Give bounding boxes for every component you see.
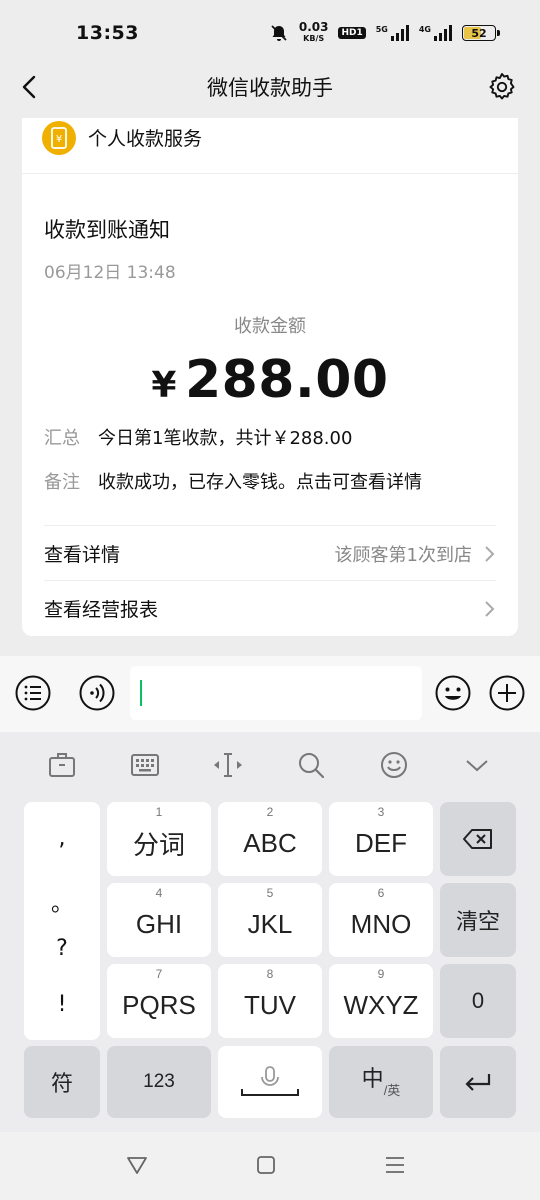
- keyboard: , 。 ? ! 1 分词 2 ABC 3 DEF 4 GHI 5 JKL 6 MNO 清空 …: [0, 732, 540, 1132]
- toolbox-icon[interactable]: [46, 749, 78, 781]
- notice-time: 06月12日 13:48: [44, 263, 176, 283]
- key-9[interactable]: 9 WXYZ: [329, 964, 433, 1038]
- remark-key: 备注: [44, 472, 80, 493]
- nav-home-icon[interactable]: [256, 1154, 276, 1176]
- page-title: 微信收款助手: [207, 76, 333, 100]
- backspace-icon: [463, 829, 492, 849]
- summary-key: 汇总: [44, 428, 80, 449]
- keyboard-toolbar: [0, 732, 540, 798]
- card-header: ¥ 个人收款服务: [22, 118, 518, 174]
- menu-list-icon[interactable]: [14, 674, 52, 712]
- notice-title: 收款到账通知: [44, 218, 170, 242]
- signal-4g-icon: 4G: [419, 25, 452, 41]
- punct-period[interactable]: 。: [24, 886, 100, 918]
- hd-badge: HD1: [338, 27, 366, 39]
- enter-icon: [465, 1074, 491, 1091]
- status-icons: 0.03 KB/S HD1 5G 4G 52: [269, 20, 500, 44]
- punct-question[interactable]: ?: [24, 936, 100, 961]
- enter-key[interactable]: [440, 1046, 516, 1118]
- chevron-right-icon: [485, 600, 495, 617]
- key-0[interactable]: 0: [440, 964, 516, 1038]
- back-arrow-icon[interactable]: [14, 70, 48, 104]
- punct-comma[interactable]: ,: [24, 826, 100, 851]
- currency-symbol: ¥: [151, 365, 177, 406]
- space-key[interactable]: [218, 1046, 322, 1118]
- backspace-key[interactable]: [440, 802, 516, 876]
- amount-value: ¥288.00: [22, 350, 518, 410]
- microphone-icon: [241, 1066, 299, 1096]
- summary-value: 今日第1笔收款，共计￥288.00: [98, 428, 353, 449]
- business-report-row[interactable]: 查看经营报表: [44, 580, 496, 636]
- key-7[interactable]: 7 PQRS: [107, 964, 211, 1038]
- plus-icon[interactable]: [488, 674, 526, 712]
- payment-notice-card[interactable]: ¥ 个人收款服务 收款到账通知 06月12日 13:48 收款金额 ¥288.0…: [22, 118, 518, 636]
- numbers-key[interactable]: 123: [107, 1046, 211, 1118]
- view-details-label: 查看详情: [44, 544, 121, 566]
- business-report-label: 查看经营报表: [44, 599, 159, 621]
- status-time: 13:53: [76, 22, 139, 44]
- clear-key[interactable]: 清空: [440, 883, 516, 957]
- emoji-panel-icon[interactable]: [378, 749, 410, 781]
- system-nav-bar: [0, 1132, 540, 1200]
- nav-bar: 微信收款助手: [0, 60, 540, 114]
- battery-level: 52: [471, 26, 487, 40]
- battery-icon: 52: [462, 25, 500, 41]
- text-caret: [140, 680, 142, 706]
- language-switch-key[interactable]: 中 /英: [329, 1046, 433, 1118]
- service-name: 个人收款服务: [88, 128, 203, 150]
- keyboard-icon[interactable]: [129, 749, 161, 781]
- key-4[interactable]: 4 GHI: [107, 883, 211, 957]
- summary-line: 汇总 今日第1笔收款，共计￥288.00: [44, 424, 352, 450]
- voice-input-icon[interactable]: [78, 674, 116, 712]
- message-input[interactable]: [130, 666, 422, 720]
- nav-menu-icon[interactable]: [384, 1154, 406, 1176]
- key-1[interactable]: 1 分词: [107, 802, 211, 876]
- punct-exclaim[interactable]: !: [24, 992, 100, 1017]
- cursor-move-icon[interactable]: [212, 749, 244, 781]
- symbols-key[interactable]: 符: [24, 1046, 100, 1118]
- remark-value: 收款成功，已存入零钱。点击可查看详情: [98, 472, 422, 493]
- key-6[interactable]: 6 MNO: [329, 883, 433, 957]
- payment-service-icon: ¥: [42, 120, 76, 155]
- punctuation-column[interactable]: , 。 ? !: [24, 802, 100, 1040]
- nav-back-icon[interactable]: [126, 1154, 148, 1176]
- chat-input-bar: [0, 656, 540, 732]
- lang-sub: /英: [383, 1082, 401, 1098]
- mute-bell-icon: [271, 25, 287, 41]
- emoji-icon[interactable]: [434, 674, 472, 712]
- status-bar: 13:53 0.03 KB/S HD1 5G 4G 52: [0, 0, 540, 66]
- lang-main: 中: [361, 1066, 384, 1091]
- key-3[interactable]: 3 DEF: [329, 802, 433, 876]
- view-details-row[interactable]: 查看详情 该顾客第1次到店: [44, 525, 496, 581]
- key-2[interactable]: 2 ABC: [218, 802, 322, 876]
- amount-label: 收款金额: [234, 316, 306, 337]
- amount-number: 288.00: [184, 350, 389, 410]
- net-speed: 0.03 KB/S: [298, 20, 329, 43]
- chevron-down-icon[interactable]: [461, 749, 493, 781]
- gear-icon[interactable]: [486, 71, 518, 103]
- key-5[interactable]: 5 JKL: [218, 883, 322, 957]
- search-icon[interactable]: [295, 749, 327, 781]
- chevron-right-icon: [485, 545, 495, 562]
- signal-5g-icon: 5G: [376, 25, 409, 41]
- key-8[interactable]: 8 TUV: [218, 964, 322, 1038]
- svg-text:¥: ¥: [56, 134, 62, 145]
- customer-visit-hint: 该顾客第1次到店: [334, 544, 472, 566]
- remark-line: 备注 收款成功，已存入零钱。点击可查看详情: [44, 468, 422, 494]
